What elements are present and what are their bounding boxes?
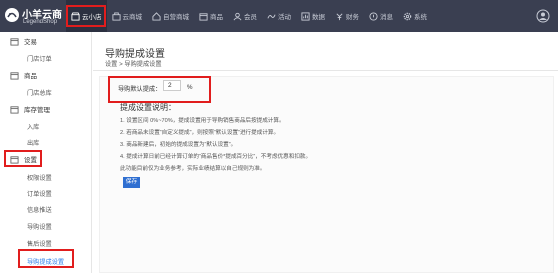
nav-item-yun-shangcheng[interactable]: 云商城 xyxy=(107,0,148,32)
nav-label: 商品 xyxy=(210,14,223,21)
data-icon xyxy=(301,11,310,21)
sidebar-item-store-orders[interactable]: 门店订单 xyxy=(27,54,52,63)
nav-item-members[interactable]: 会员 xyxy=(228,0,262,32)
sidebar-item-aftersale-settings[interactable]: 售后设置 xyxy=(27,239,52,248)
nav-label: 财务 xyxy=(346,14,359,21)
nav-label: 会员 xyxy=(244,14,257,21)
brand-subtitle: LegendShop xyxy=(23,19,58,25)
page-title: 导购提成设置 xyxy=(105,49,165,60)
home-store-icon xyxy=(152,11,161,21)
sidebar-group-goods[interactable]: 商品 xyxy=(0,68,92,82)
goods-icon xyxy=(199,12,208,21)
settings-icon xyxy=(403,12,412,21)
highlight-box-commission xyxy=(18,249,74,268)
sidebar-group-trade[interactable]: 交易 xyxy=(0,34,92,48)
nav-label: 消息 xyxy=(380,14,393,21)
sidebar-group-label: 交易 xyxy=(24,39,37,46)
description-line: 2. 若商品未设置“自定义提成”，则按照“默认设置”进行提成计算。 xyxy=(120,130,280,136)
nav-item-activity[interactable]: 活动 xyxy=(262,0,296,32)
brand-logo[interactable]: 小羊云商 LegendShop xyxy=(4,4,62,28)
logo-icon xyxy=(5,8,19,22)
goods-icon xyxy=(10,71,19,80)
user-avatar-icon[interactable] xyxy=(536,9,550,23)
stock-icon xyxy=(10,105,19,114)
description-line: 4. 提成计算日前已经计算订单的“商品售价*提成百分比”，不考虑优惠和扣款。 xyxy=(120,154,312,160)
highlight-box-nav xyxy=(66,5,106,27)
trade-icon xyxy=(10,37,19,46)
message-icon xyxy=(369,11,378,21)
save-button[interactable]: 保存 xyxy=(123,177,140,188)
description-title: 提成设置说明： xyxy=(120,103,176,112)
nav-label: 数据 xyxy=(312,14,325,21)
header-divider xyxy=(93,70,558,71)
nav-item-finance[interactable]: 财务 xyxy=(330,0,364,32)
description-line: 1. 设置区间 0%~70%，提成设置用于导购销售商品后按提成计算。 xyxy=(120,118,285,124)
finance-icon xyxy=(335,12,344,21)
sidebar-item-stock-in[interactable]: 入库 xyxy=(27,122,39,131)
description-line: 此功能目前仅为业务参考，实际业绩结算以自己规则为准。 xyxy=(120,166,266,172)
activity-icon xyxy=(267,12,276,21)
user-icon xyxy=(233,12,242,21)
nav-item-message[interactable]: 消息 xyxy=(364,0,398,32)
sidebar-item-push-info[interactable]: 信息推送 xyxy=(27,205,52,214)
nav-label: 活动 xyxy=(278,14,291,21)
sidebar-item-order-settings[interactable]: 订单设置 xyxy=(27,189,52,198)
sidebar-group-label: 库存管理 xyxy=(24,107,50,114)
sidebar-group-stock[interactable]: 库存管理 xyxy=(0,102,92,116)
nav-item-goods[interactable]: 商品 xyxy=(194,0,228,32)
store-icon xyxy=(111,11,121,21)
sidebar-item-store-inventory[interactable]: 门店总库 xyxy=(27,88,52,97)
sidebar-item-permissions[interactable]: 权限设置 xyxy=(27,173,52,182)
nav-label: 云商城 xyxy=(122,14,143,21)
top-nav: 云小店 云商城 自营商城 商品 会员 活动 数据 财务 消息 系统 xyxy=(66,0,432,32)
highlight-box-settings xyxy=(4,150,42,167)
sidebar-item-stock-out[interactable]: 出库 xyxy=(27,138,39,147)
nav-label: 系统 xyxy=(414,14,427,21)
highlight-box-commission-field xyxy=(108,76,211,103)
nav-item-data[interactable]: 数据 xyxy=(296,0,330,32)
nav-item-ziying-shangcheng[interactable]: 自营商城 xyxy=(147,0,194,32)
nav-item-system[interactable]: 系统 xyxy=(398,0,432,32)
nav-label: 自营商城 xyxy=(163,14,189,21)
description-line: 3. 商品新建后，初始的提成设置为“默认设置”。 xyxy=(120,142,237,148)
breadcrumb[interactable]: 设置 > 导购提成设置 xyxy=(105,59,162,68)
sidebar-group-label: 商品 xyxy=(24,73,37,80)
sidebar-item-guide-settings[interactable]: 导购设置 xyxy=(27,222,52,231)
